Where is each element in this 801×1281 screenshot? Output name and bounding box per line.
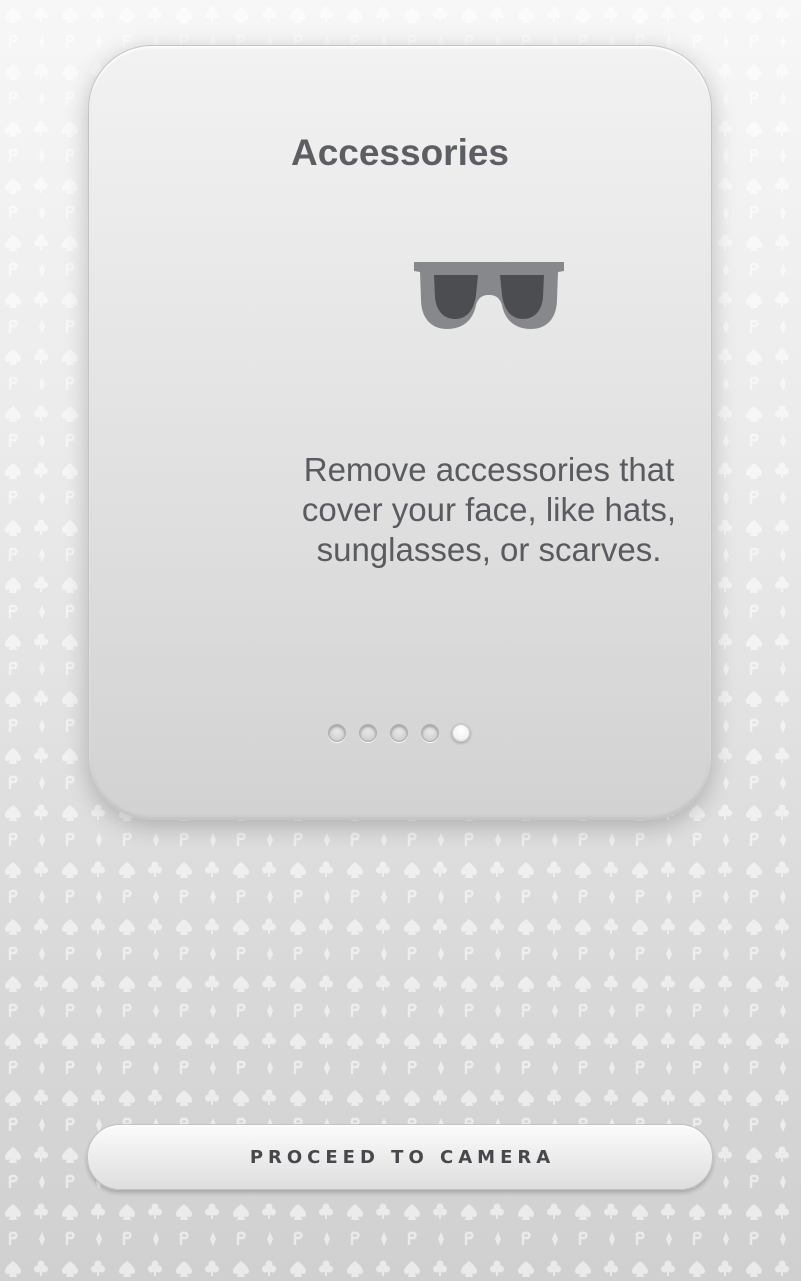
instruction-card: Accessories Remove accessories that cove… (88, 45, 712, 820)
card-description: Remove accessories that cover your face,… (301, 451, 677, 568)
page-dot-3[interactable] (390, 724, 408, 742)
page-dot-5[interactable] (452, 724, 470, 742)
page-dot-2[interactable] (359, 724, 377, 742)
card-title: Accessories (290, 132, 510, 173)
sunglasses-icon (414, 262, 564, 329)
proceed-to-camera-button[interactable]: PROCEED TO CAMERA (87, 1124, 713, 1190)
proceed-button-label: PROCEED TO CAMERA (249, 1146, 556, 1168)
page-dot-4[interactable] (421, 724, 439, 742)
page-dot-1[interactable] (328, 724, 346, 742)
pagination-dots (328, 724, 470, 742)
